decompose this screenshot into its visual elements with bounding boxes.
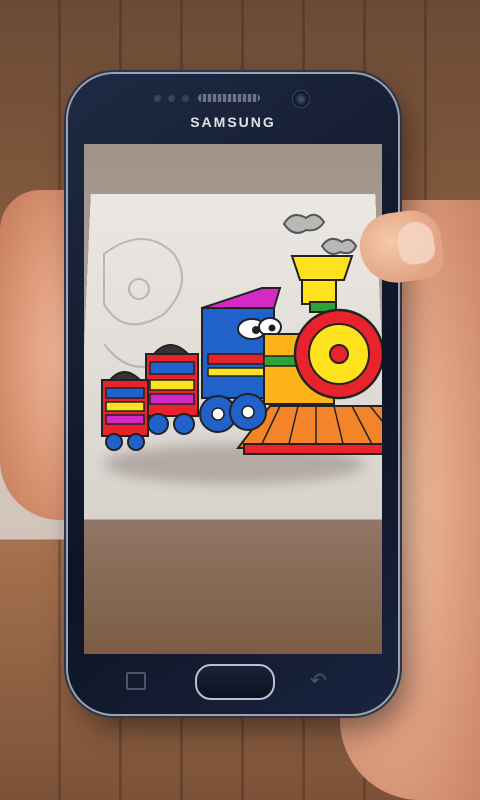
phone-screen[interactable] bbox=[84, 144, 382, 654]
sensor-dot bbox=[154, 95, 161, 102]
wagon bbox=[101, 371, 149, 451]
sensor-dot bbox=[182, 95, 189, 102]
sensor-dot bbox=[168, 95, 175, 102]
locomotive-chimney bbox=[290, 255, 354, 313]
wagon bbox=[145, 344, 199, 435]
front-camera bbox=[292, 90, 310, 108]
earpiece-speaker bbox=[198, 94, 260, 102]
background-scene: SAMSUNG ↶ bbox=[0, 0, 480, 800]
back-icon[interactable]: ↶ bbox=[310, 668, 327, 693]
cab-roof bbox=[201, 287, 282, 309]
recent-apps-icon[interactable] bbox=[126, 672, 146, 690]
smoke-puffs bbox=[282, 213, 358, 255]
brand-logo: SAMSUNG bbox=[190, 114, 276, 130]
smartphone: SAMSUNG ↶ bbox=[68, 74, 398, 714]
locomotive-boiler bbox=[263, 308, 382, 405]
train-illustration bbox=[101, 213, 382, 455]
home-button[interactable] bbox=[195, 664, 275, 700]
locomotive-wheels bbox=[199, 393, 267, 433]
